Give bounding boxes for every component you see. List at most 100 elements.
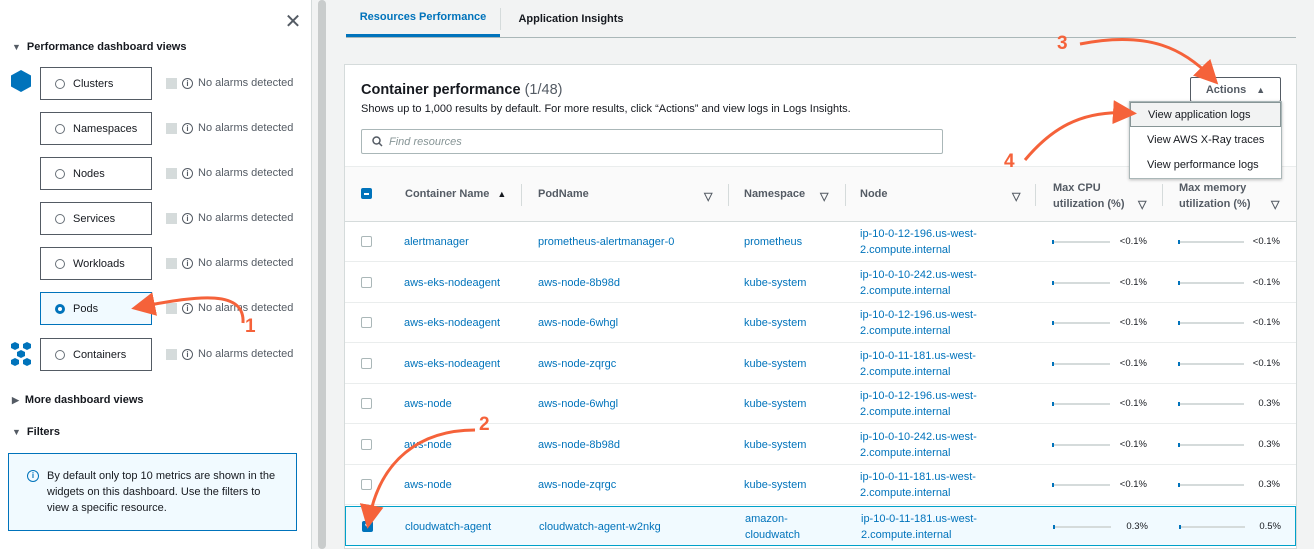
menu-item-view-xray-traces[interactable]: View AWS X-Ray traces [1130, 127, 1281, 152]
node-link[interactable]: ip-10-0-11-181.us-west-2.compute.interna… [861, 511, 1001, 543]
node-link[interactable]: ip-10-0-12-196.us-west-2.compute.interna… [860, 307, 1000, 339]
col-container-name[interactable]: Container Name ▲ [405, 188, 506, 200]
node-link[interactable]: ip-10-0-10-242.us-west-2.compute.interna… [860, 267, 1000, 299]
node-link[interactable]: ip-10-0-11-181.us-west-2.compute.interna… [860, 348, 1000, 380]
menu-item-view-application-logs[interactable]: View application logs [1130, 102, 1281, 127]
namespace-link[interactable]: kube-system [744, 437, 814, 453]
menu-item-view-performance-logs[interactable]: View performance logs [1130, 152, 1281, 177]
pod-name-link[interactable]: aws-node-6whgl [538, 396, 618, 412]
pod-name-link[interactable]: aws-node-zqrgc [538, 477, 616, 493]
pod-name-link[interactable]: aws-node-8b98d [538, 275, 620, 291]
table-row[interactable]: cloudwatch-agent cloudwatch-agent-w2nkg am… [345, 505, 1296, 546]
pod-name-link[interactable]: cloudwatch-agent-w2nkg [539, 519, 661, 535]
resource-radio-namespaces[interactable]: Namespaces [40, 112, 152, 145]
resource-radio-pods[interactable]: Pods [40, 292, 152, 325]
col-namespace[interactable]: Namespace [744, 188, 805, 200]
resource-radio-clusters[interactable]: Clusters [40, 67, 152, 100]
alarm-status: i No alarms detected [166, 302, 293, 314]
memory-value: 0.3% [1258, 398, 1280, 409]
close-icon[interactable]: ✕ [284, 12, 302, 32]
row-checkbox[interactable] [361, 236, 372, 247]
pod-name-link[interactable]: prometheus-alertmanager-0 [538, 234, 674, 250]
sort-icon[interactable]: ▽ [1138, 198, 1146, 211]
actions-button[interactable]: Actions ▲ [1190, 77, 1281, 102]
alarm-text: No alarms detected [198, 77, 294, 89]
node-link[interactable]: ip-10-0-11-181.us-west-2.compute.interna… [860, 469, 1000, 501]
alarm-square-icon [166, 212, 177, 224]
tab-resources-performance[interactable]: Resources Performance [346, 0, 500, 37]
memory-bar-fill [1178, 442, 1180, 447]
namespace-link[interactable]: kube-system [744, 477, 814, 493]
row-checkbox[interactable] [361, 357, 372, 369]
radio-icon[interactable] [55, 168, 65, 179]
resource-radio-containers[interactable]: Containers [40, 338, 152, 371]
node-link[interactable]: ip-10-0-10-242.us-west-2.compute.interna… [860, 429, 1000, 461]
pod-name-link[interactable]: aws-node-6whgl [538, 315, 618, 331]
container-name-link[interactable]: aws-eks-nodeagent [404, 315, 500, 331]
namespace-link[interactable]: kube-system [744, 315, 814, 331]
table-row[interactable]: alertmanager prometheus-alertmanager-0 pro… [345, 222, 1296, 262]
resource-radio-workloads[interactable]: Workloads [40, 247, 152, 280]
filters-heading[interactable]: ▼ Filters [12, 426, 60, 438]
container-name-link[interactable]: aws-node [404, 396, 452, 412]
pod-name-link[interactable]: aws-node-8b98d [538, 437, 620, 453]
resource-radio-services[interactable]: Services [40, 202, 152, 235]
scrollbar-thumb[interactable] [318, 0, 326, 549]
sort-icon[interactable]: ▽ [820, 190, 828, 203]
namespace-link[interactable]: prometheus [744, 234, 814, 250]
radio-icon[interactable] [55, 303, 65, 314]
col-podname[interactable]: PodName [538, 188, 589, 200]
more-views-heading[interactable]: ▶ More dashboard views [12, 394, 144, 406]
radio-icon[interactable] [55, 78, 65, 89]
sort-icon[interactable]: ▽ [1012, 190, 1020, 203]
row-checkbox[interactable] [361, 317, 372, 328]
panel-subtitle: Shows up to 1,000 results by default. Fo… [361, 103, 851, 115]
cpu-bar [1052, 483, 1110, 487]
container-name-link[interactable]: aws-node [404, 437, 452, 453]
namespace-link[interactable]: amazon-cloudwatch [745, 511, 815, 543]
row-checkbox[interactable] [361, 438, 372, 450]
node-link[interactable]: ip-10-0-12-196.us-west-2.compute.interna… [860, 226, 1000, 258]
node-link[interactable]: ip-10-0-12-196.us-west-2.compute.interna… [860, 388, 1000, 420]
radio-icon[interactable] [55, 258, 65, 269]
col-max-memory[interactable]: Max memory utilization (%) [1179, 180, 1269, 212]
alarm-square-icon [166, 348, 177, 360]
memory-value: 0.5% [1259, 520, 1281, 532]
namespace-link[interactable]: kube-system [744, 356, 814, 372]
info-icon: i [182, 302, 193, 314]
radio-icon[interactable] [55, 123, 65, 134]
search-input[interactable]: Find resources [361, 129, 943, 154]
container-name-link[interactable]: cloudwatch-agent [405, 519, 491, 535]
radio-icon[interactable] [55, 213, 65, 224]
container-name-link[interactable]: aws-eks-nodeagent [404, 356, 500, 372]
page-title: Container performance (1/48) [361, 82, 563, 98]
row-checkbox[interactable] [362, 519, 373, 532]
select-all-checkbox[interactable] [361, 188, 372, 199]
container-name-link[interactable]: aws-eks-nodeagent [404, 275, 500, 291]
table-row[interactable]: aws-node aws-node-zqrgc kube-system ip-10-0… [345, 465, 1296, 505]
memory-bar-fill [1178, 361, 1180, 366]
table-row[interactable]: aws-eks-nodeagent aws-node-zqrgc kube-syst… [345, 344, 1296, 384]
perf-views-heading[interactable]: ▼ Performance dashboard views [12, 41, 186, 53]
table-row[interactable]: aws-eks-nodeagent aws-node-8b98d kube-syst… [345, 263, 1296, 303]
alarm-square-icon [166, 167, 177, 179]
row-checkbox[interactable] [361, 479, 372, 490]
pod-name-link[interactable]: aws-node-zqrgc [538, 356, 616, 372]
table-row[interactable]: aws-eks-nodeagent aws-node-6whgl kube-syst… [345, 303, 1296, 343]
memory-bar-fill [1179, 524, 1181, 529]
sort-icon[interactable]: ▽ [704, 190, 712, 203]
sort-icon[interactable]: ▽ [1271, 198, 1279, 211]
resource-radio-nodes[interactable]: Nodes [40, 157, 152, 190]
row-checkbox[interactable] [361, 398, 372, 409]
container-name-link[interactable]: aws-node [404, 477, 452, 493]
col-node[interactable]: Node [860, 188, 888, 200]
cpu-bar-fill [1052, 280, 1054, 285]
namespace-link[interactable]: kube-system [744, 275, 814, 291]
namespace-link[interactable]: kube-system [744, 396, 814, 412]
row-checkbox[interactable] [361, 276, 372, 288]
radio-icon[interactable] [55, 349, 65, 360]
cpu-bar [1053, 524, 1111, 529]
container-name-link[interactable]: alertmanager [404, 234, 469, 250]
tab-application-insights[interactable]: Application Insights [501, 0, 641, 37]
col-max-cpu[interactable]: Max CPU utilization (%) [1053, 180, 1133, 212]
